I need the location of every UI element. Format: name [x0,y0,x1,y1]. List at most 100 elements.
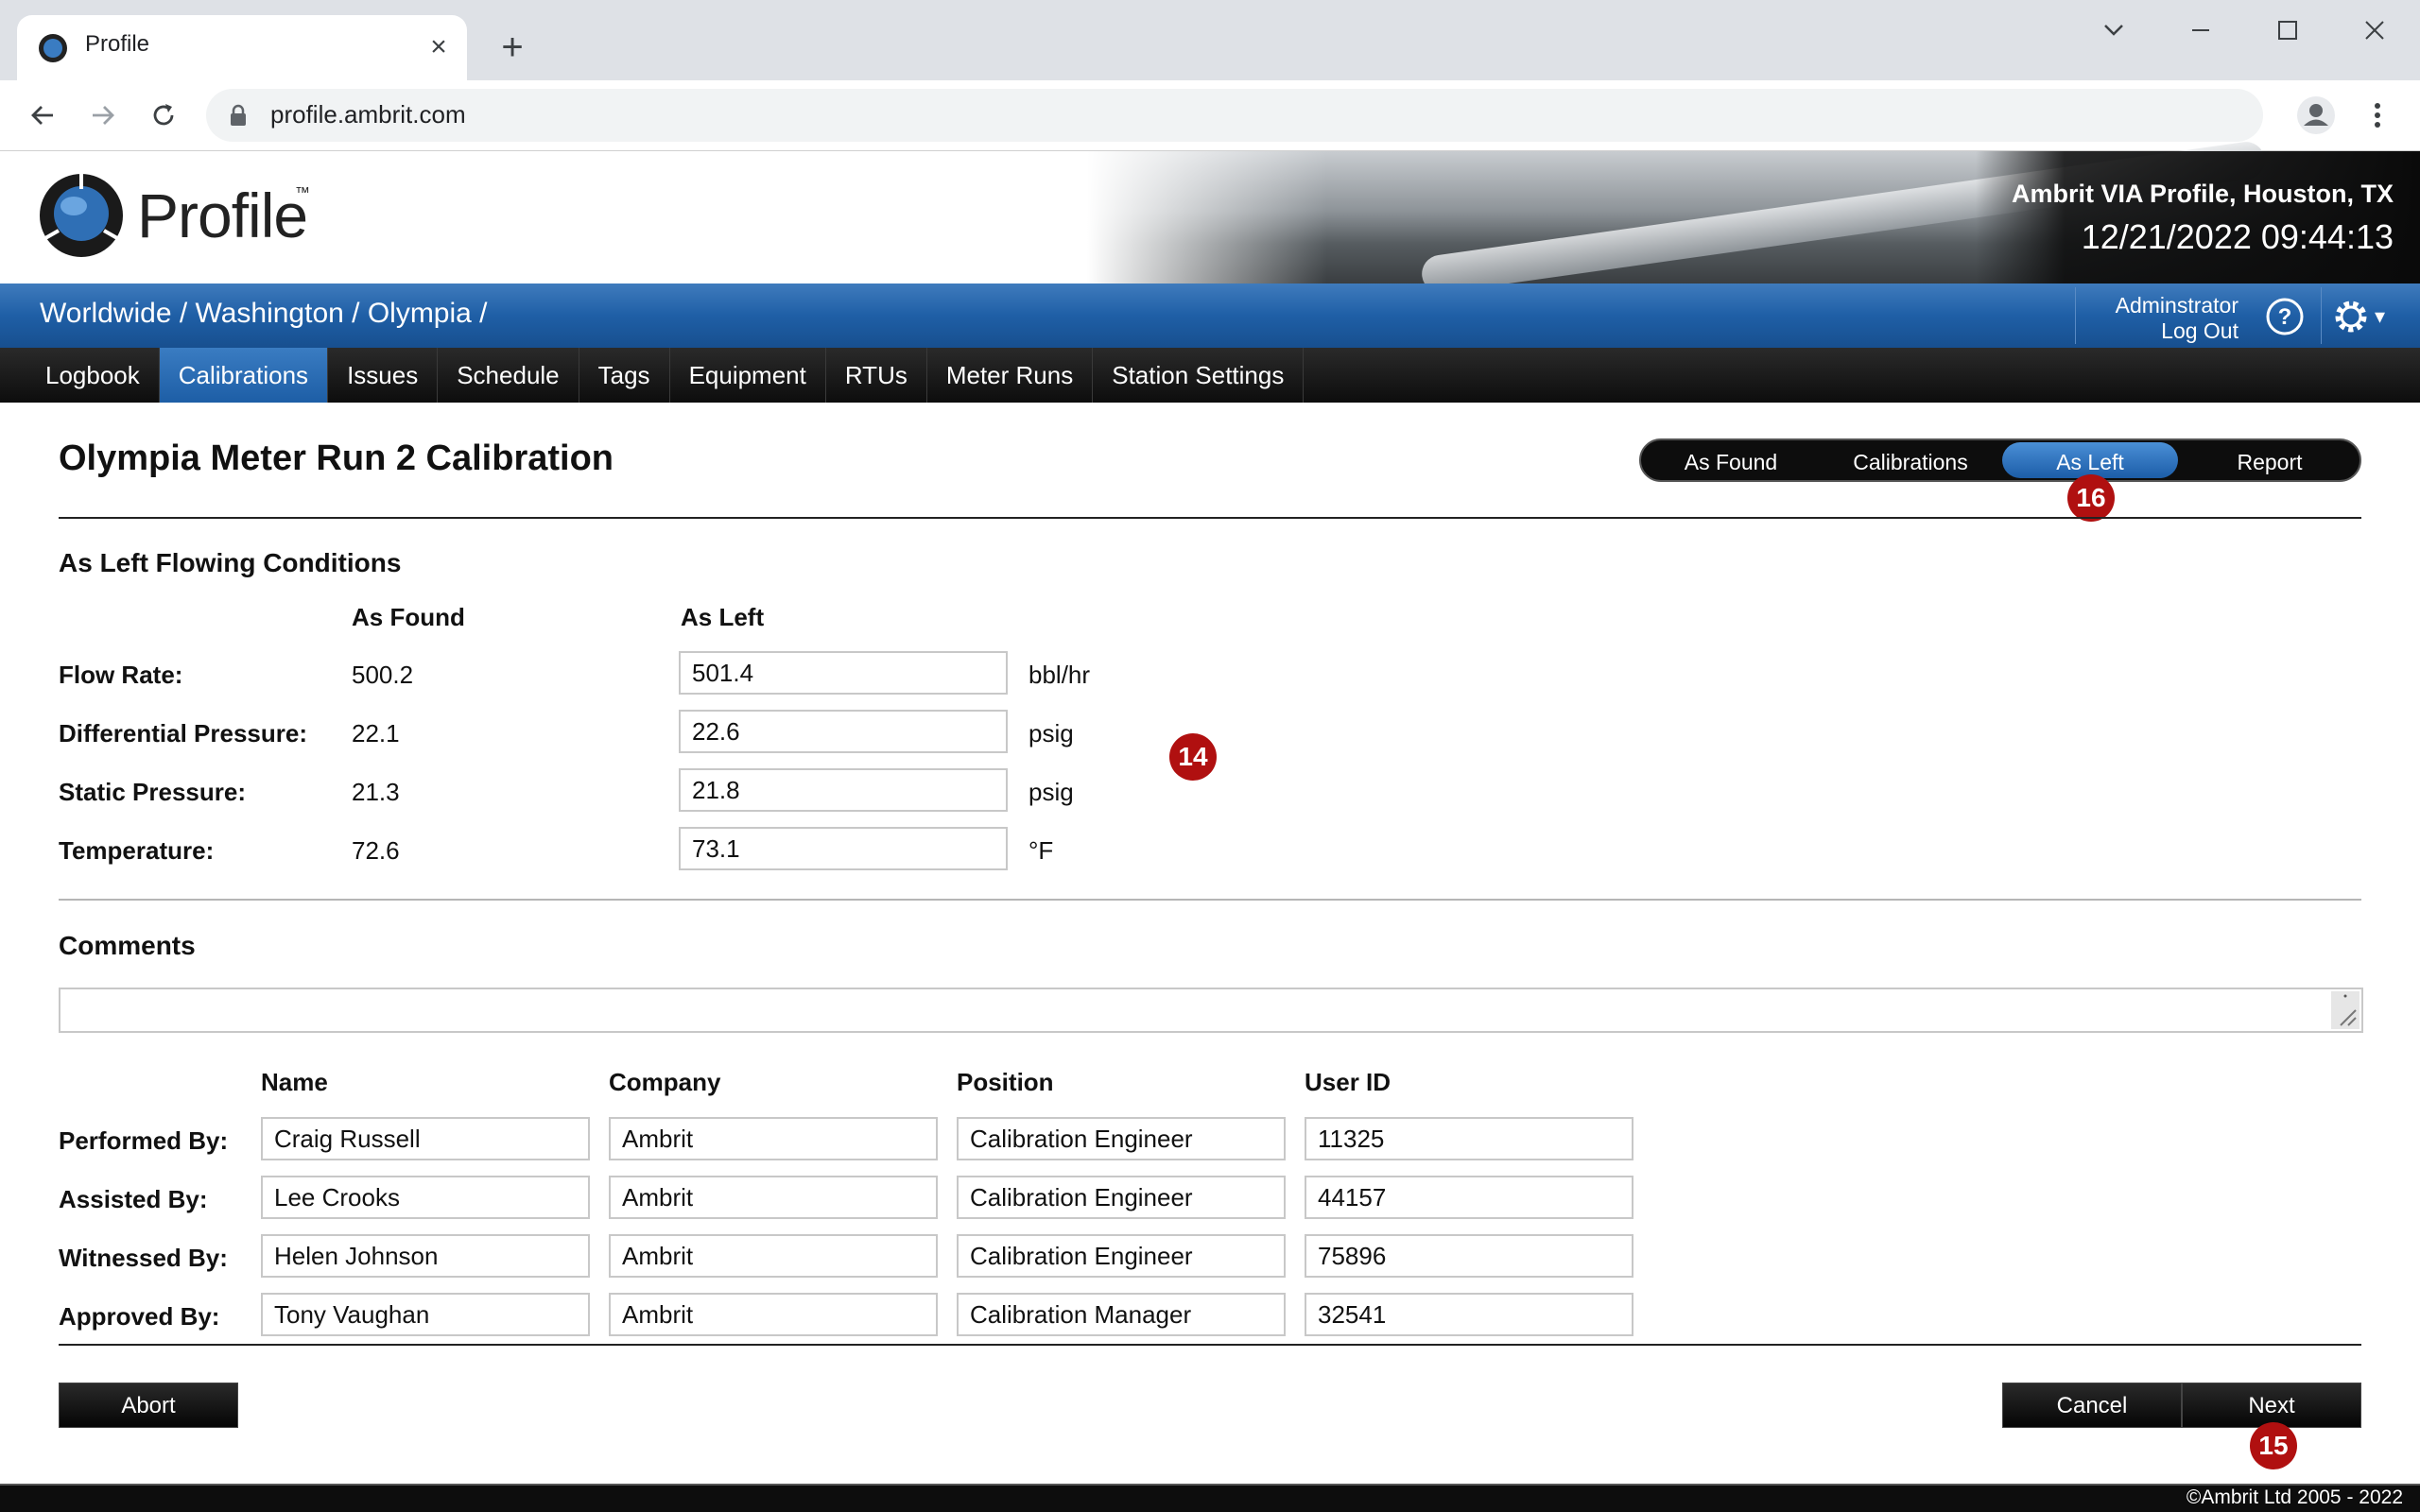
next-button[interactable]: Next [2182,1383,2361,1428]
witnessed-by-label: Witnessed By: [59,1244,228,1272]
comments-textarea[interactable] [59,988,2363,1033]
static-pressure-unit: psig [1028,778,1074,806]
approved-by-user-id-input[interactable]: 32541 [1305,1293,1634,1336]
nav-item-calibrations[interactable]: Calibrations [159,348,329,403]
witnessed-by-position-input[interactable]: Calibration Engineer [957,1234,1286,1278]
nav-item-tags[interactable]: Tags [579,348,670,403]
performed-by-company-input[interactable]: Ambrit [609,1117,938,1160]
flow-rate-label: Flow Rate: [59,661,183,689]
url-text[interactable]: profile.ambrit.com [270,100,466,129]
page-title: Olympia Meter Run 2 Calibration [59,438,614,478]
divider [2075,287,2076,344]
annotation-marker: 14 [1169,733,1217,781]
profile-account-icon[interactable] [2295,94,2337,136]
static-pressure-as-left-input[interactable]: 21.8 [679,768,1008,812]
forward-arrow-icon[interactable] [81,94,125,137]
logo-trademark: ™ [295,185,310,201]
comments-heading: Comments [59,931,196,960]
step-as-found[interactable]: As Found [1643,442,1819,478]
gear-icon[interactable] [2331,297,2371,336]
minimize-icon[interactable] [2172,11,2229,49]
back-arrow-icon[interactable] [21,94,64,137]
performed-by-label: Performed By: [59,1126,229,1155]
form-divider [59,1344,2361,1346]
performed-by-name-input[interactable]: Craig Russell [261,1117,590,1160]
witnessed-by-user-id-input[interactable]: 75896 [1305,1234,1634,1278]
chevron-down-icon[interactable]: ▾ [2375,304,2385,329]
temperature-as-left-input[interactable]: 73.1 [679,827,1008,870]
step-as-left[interactable]: As Left [2002,442,2178,478]
cancel-button[interactable]: Cancel [2002,1383,2182,1428]
close-tab-icon[interactable]: × [420,28,458,66]
nav-item-equipment[interactable]: Equipment [670,348,826,403]
close-window-icon[interactable] [2346,11,2403,49]
user-name[interactable]: Adminstrator [2116,293,2238,318]
new-tab-icon[interactable]: + [492,26,533,68]
step-calibrations[interactable]: Calibrations [1823,442,1998,478]
nav-item-schedule[interactable]: Schedule [438,348,579,403]
approved-by-position-input[interactable]: Calibration Manager [957,1293,1286,1336]
annotation-marker: 16 [2067,474,2115,522]
static-pressure-label: Static Pressure: [59,778,246,806]
nav-item-station-settings[interactable]: Station Settings [1093,348,1305,403]
tab-title: Profile [85,31,150,57]
assisted-by-user-id-input[interactable]: 44157 [1305,1176,1634,1219]
site-name: Ambrit VIA Profile, Houston, TX [2011,180,2394,208]
performed-by-user-id-input[interactable]: 11325 [1305,1117,1634,1160]
nav-item-meter-runs[interactable]: Meter Runs [927,348,1094,403]
profile-favicon-icon [39,34,67,62]
col-company: Company [609,1068,721,1096]
abort-button[interactable]: Abort [59,1383,238,1428]
col-as-found: As Found [352,603,465,631]
temperature-as-found: 72.6 [352,836,400,865]
approved-by-label: Approved By: [59,1302,220,1331]
flow-rate-unit: bbl/hr [1028,661,1091,689]
reload-icon[interactable] [142,94,185,137]
conditions-heading: As Left Flowing Conditions [59,548,402,577]
performed-by-position-input[interactable]: Calibration Engineer [957,1117,1286,1160]
logout-link[interactable]: Log Out [2161,318,2238,344]
witnessed-by-company-input[interactable]: Ambrit [609,1234,938,1278]
maximize-icon[interactable] [2259,11,2316,49]
nav-item-logbook[interactable]: Logbook [26,348,160,403]
col-as-left: As Left [681,603,765,631]
witnessed-by-name-input[interactable]: Helen Johnson [261,1234,590,1278]
step-report[interactable]: Report [2182,442,2358,478]
logo-text: Profile [137,180,308,250]
step-tabs: As Found Calibrations As Left Report [1639,438,2361,482]
main-nav: Logbook Calibrations Issues Schedule Tag… [0,348,2420,403]
temperature-label: Temperature: [59,836,215,865]
nav-item-issues[interactable]: Issues [328,348,439,403]
assisted-by-company-input[interactable]: Ambrit [609,1176,938,1219]
assisted-by-label: Assisted By: [59,1185,208,1213]
flow-rate-as-found: 500.2 [352,661,414,689]
nav-item-rtus[interactable]: RTUs [826,348,927,403]
approved-by-company-input[interactable]: Ambrit [609,1293,938,1336]
differential-pressure-as-left-input[interactable]: 22.6 [679,710,1008,753]
col-user-id: User ID [1305,1068,1392,1096]
copyright: ©Ambrit Ltd 2005 - 2022 [2186,1486,2403,1508]
section-divider [59,899,2361,901]
lock-icon[interactable] [229,104,248,127]
header-datetime: 12/21/2022 09:44:13 [2081,217,2394,256]
divider [2321,287,2322,344]
svg-text:?: ? [2278,304,2292,330]
static-pressure-as-found: 21.3 [352,778,400,806]
assisted-by-name-input[interactable]: Lee Crooks [261,1176,590,1219]
browser-menu-icon[interactable] [2363,94,2392,136]
col-name: Name [261,1068,328,1096]
differential-pressure-as-found: 22.1 [352,719,400,747]
title-divider [59,517,2361,519]
flow-rate-as-left-input[interactable]: 501.4 [679,651,1008,695]
footer [0,1484,2420,1512]
breadcrumb[interactable]: Worldwide / Washington / Olympia / [40,298,488,330]
col-position: Position [957,1068,1054,1096]
help-icon[interactable]: ? [2265,297,2305,336]
profile-logo-icon [40,174,123,257]
address-bar[interactable] [206,89,2263,142]
resize-handle-icon[interactable] [2331,991,2360,1029]
approved-by-name-input[interactable]: Tony Vaughan [261,1293,590,1336]
tab-search-chevron-icon[interactable] [2085,11,2142,49]
assisted-by-position-input[interactable]: Calibration Engineer [957,1176,1286,1219]
differential-pressure-label: Differential Pressure: [59,719,307,747]
